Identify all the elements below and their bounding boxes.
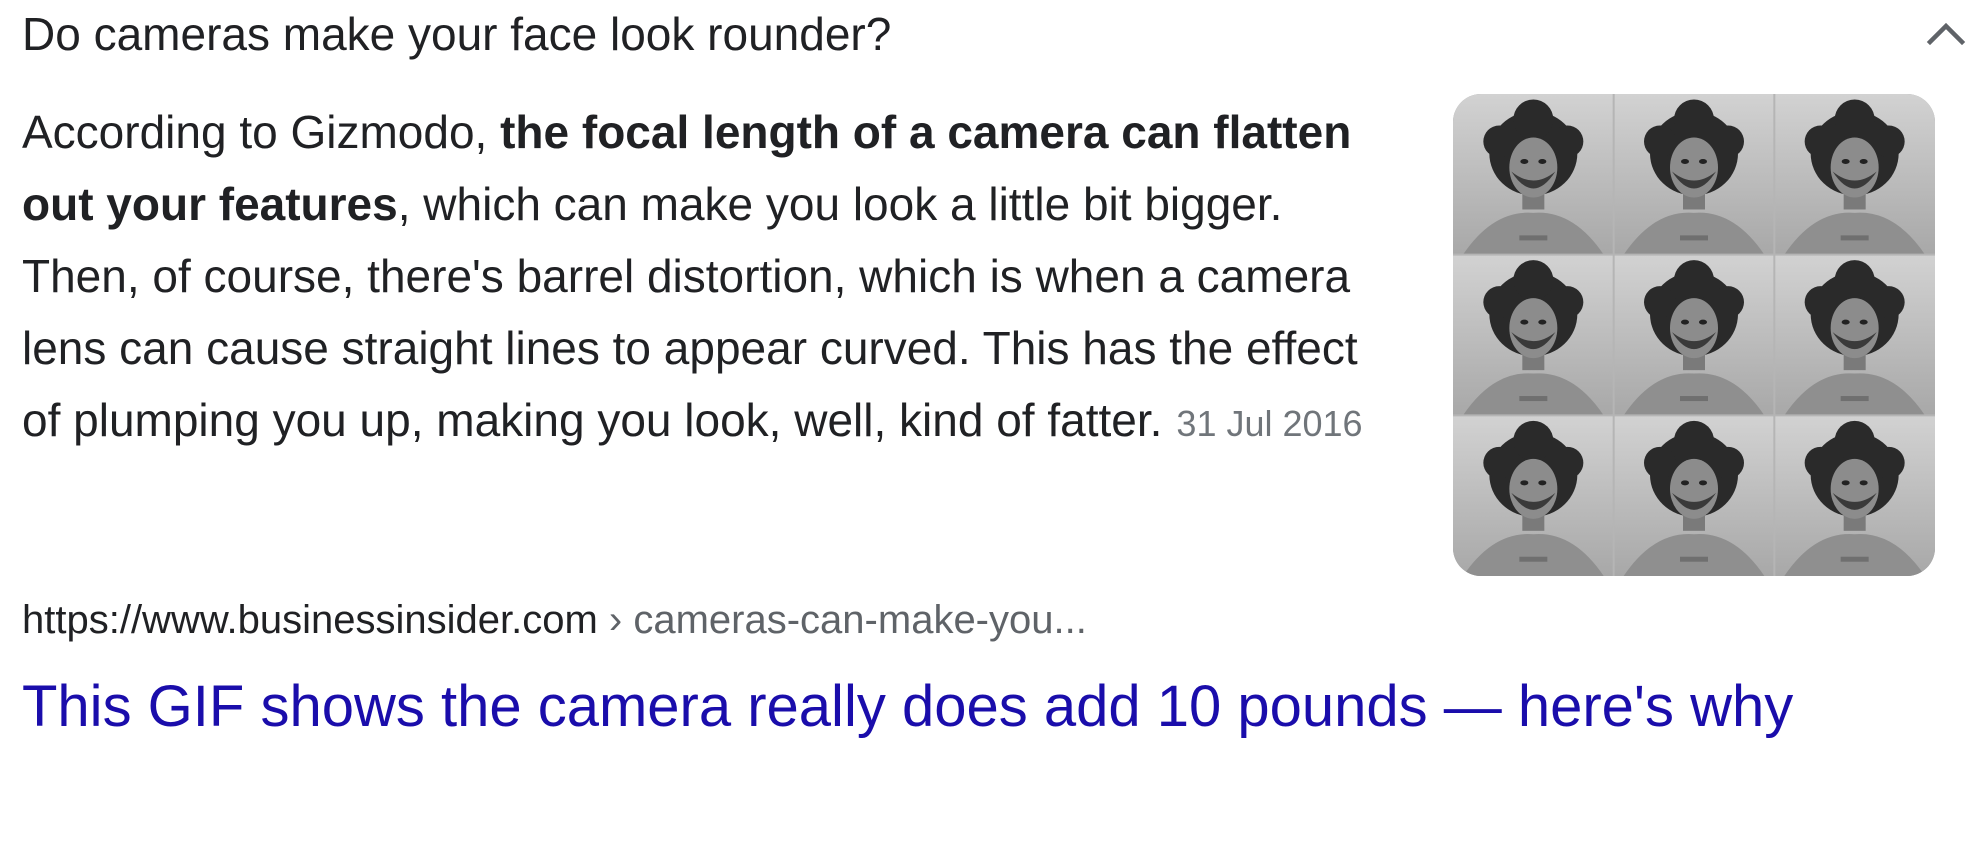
answer-date: 31 Jul 2016	[1176, 403, 1363, 444]
result-title-link[interactable]: This GIF shows the camera really does ad…	[22, 668, 1802, 746]
portrait-cell	[1613, 415, 1775, 576]
portrait-cell	[1613, 94, 1775, 255]
chevron-up-icon[interactable]	[1920, 8, 1972, 60]
portrait-grid-thumbnail[interactable]	[1453, 94, 1935, 576]
portrait-grid-image	[1453, 94, 1935, 576]
result-citation[interactable]: https://www.businessinsider.com › camera…	[22, 594, 1087, 646]
result-site-url[interactable]: https://www.businessinsider.com	[22, 598, 598, 642]
portrait-cell	[1453, 415, 1614, 576]
portrait-cell	[1453, 254, 1614, 416]
portrait-cell	[1774, 415, 1935, 576]
result-url-path[interactable]: › cameras-can-make-you...	[598, 598, 1087, 642]
faq-question[interactable]: Do cameras make your face look rounder?	[22, 8, 891, 60]
portrait-cell	[1774, 94, 1935, 255]
portrait-cell	[1774, 254, 1935, 416]
portrait-cell	[1613, 254, 1775, 416]
portrait-cell	[1453, 94, 1614, 255]
faq-answer: According to Gizmodo, the focal length o…	[22, 96, 1402, 460]
answer-lead-text: According to Gizmodo,	[22, 106, 501, 158]
